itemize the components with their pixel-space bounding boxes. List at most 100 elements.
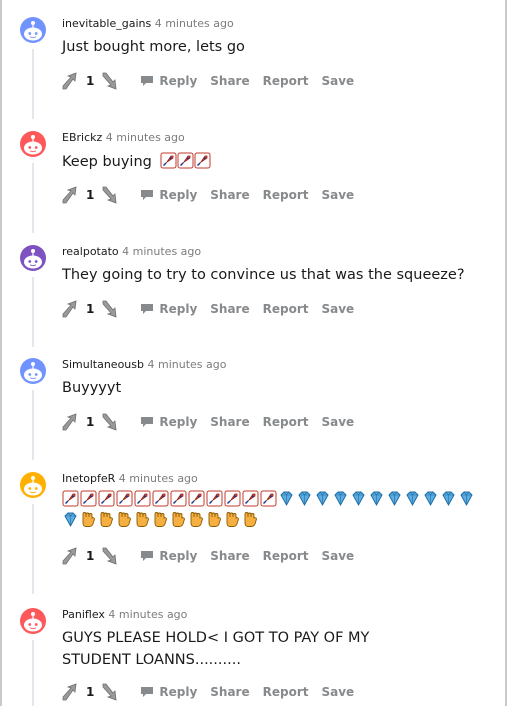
hand-icon	[82, 512, 95, 527]
timestamp[interactable]: 4 minutes ago	[122, 245, 201, 258]
reply-label: Reply	[159, 74, 198, 88]
snoo-icon	[24, 476, 42, 496]
comment-icon	[141, 687, 154, 697]
downvote-icon[interactable]	[100, 412, 122, 432]
timestamp[interactable]: 4 minutes ago	[106, 131, 185, 144]
vote-count: 1	[86, 549, 95, 563]
report-button[interactable]: Report	[263, 74, 309, 88]
avatar[interactable]	[20, 245, 46, 271]
upvote-icon[interactable]	[60, 185, 82, 205]
downvote-icon[interactable]	[100, 185, 122, 205]
share-button[interactable]: Share	[210, 188, 249, 202]
reply-label: Reply	[159, 685, 198, 699]
downvote-icon[interactable]	[100, 71, 122, 91]
hand-icon	[190, 512, 203, 527]
username[interactable]: Simultaneousb	[62, 358, 144, 371]
downvote-icon[interactable]	[100, 546, 122, 566]
gem-icon	[370, 491, 383, 507]
snoo-icon	[24, 135, 42, 155]
upvote-icon[interactable]	[60, 299, 82, 319]
share-button[interactable]: Share	[210, 549, 249, 563]
avatar[interactable]	[20, 472, 46, 498]
share-button[interactable]: Share	[210, 302, 249, 316]
downvote-icon[interactable]	[100, 299, 122, 319]
save-button[interactable]: Save	[321, 302, 354, 316]
save-button[interactable]: Save	[321, 74, 354, 88]
rocket-icon	[80, 490, 97, 507]
reply-button[interactable]: Reply	[140, 74, 197, 88]
share-button[interactable]: Share	[210, 74, 249, 88]
timestamp[interactable]: 4 minutes ago	[148, 358, 227, 371]
username[interactable]: Paniflex	[62, 608, 105, 621]
comment-text: Keep buying	[62, 154, 152, 170]
upvote-icon[interactable]	[60, 412, 82, 432]
comment-meta: EBrickz 4 minutes ago	[62, 131, 185, 145]
upvote-icon[interactable]	[60, 682, 82, 702]
comment: inevitable_gains 4 minutes ago Just boug…	[0, 17, 507, 119]
username[interactable]: realpotato	[62, 245, 119, 258]
report-button[interactable]: Report	[263, 415, 309, 429]
report-button[interactable]: Report	[263, 188, 309, 202]
rocket-icon	[116, 490, 133, 507]
vote-count: 1	[86, 188, 95, 202]
timestamp[interactable]: 4 minutes ago	[119, 472, 198, 485]
share-button[interactable]: Share	[210, 415, 249, 429]
report-button[interactable]: Report	[263, 549, 309, 563]
username[interactable]: EBrickz	[62, 131, 102, 144]
save-button[interactable]: Save	[321, 415, 354, 429]
hand-icon	[136, 512, 149, 527]
comment-meta: Simultaneousb 4 minutes ago	[62, 358, 226, 372]
comment-text: Buyyyyt	[62, 380, 122, 396]
save-button[interactable]: Save	[321, 685, 354, 699]
vote-count: 1	[86, 685, 95, 699]
timestamp[interactable]: 4 minutes ago	[155, 17, 234, 30]
downvote-icon[interactable]	[100, 682, 122, 702]
avatar[interactable]	[20, 131, 46, 157]
reply-button[interactable]: Reply	[140, 685, 197, 699]
avatar[interactable]	[20, 17, 46, 43]
reply-button[interactable]: Reply	[140, 415, 197, 429]
reply-button[interactable]: Reply	[140, 302, 197, 316]
rocket-icon	[188, 490, 205, 507]
thread-line[interactable]	[32, 277, 34, 347]
hand-icon	[208, 512, 221, 527]
comment-body: Keep buying	[62, 150, 487, 173]
gem-icon	[334, 491, 347, 507]
comment-actions: 1 Reply Share Report Save	[60, 297, 367, 321]
upvote-icon[interactable]	[60, 71, 82, 91]
comment: Simultaneousb 4 minutes ago Buyyyyt 1 Rep…	[0, 358, 507, 460]
comment-icon	[141, 190, 154, 200]
emoji-group	[62, 488, 477, 530]
hand-icon	[244, 512, 257, 527]
rocket-icon	[194, 152, 211, 169]
comment-text: They going to try to convince us that wa…	[62, 267, 465, 283]
save-button[interactable]: Save	[321, 188, 354, 202]
username[interactable]: inevitable_gains	[62, 17, 151, 30]
share-button[interactable]: Share	[210, 685, 249, 699]
thread-line[interactable]	[32, 640, 34, 706]
comment-body: Just bought more, lets go	[62, 36, 487, 58]
save-button[interactable]: Save	[321, 549, 354, 563]
comment-text: Just bought more, lets go	[62, 39, 245, 55]
comment-icon	[141, 551, 154, 561]
thread-line[interactable]	[32, 390, 34, 460]
comment: realpotato 4 minutes ago They going to t…	[0, 245, 507, 347]
reply-button[interactable]: Reply	[140, 188, 197, 202]
thread-line[interactable]	[32, 163, 34, 233]
upvote-icon[interactable]	[60, 546, 82, 566]
thread-line[interactable]	[32, 49, 34, 119]
avatar[interactable]	[20, 358, 46, 384]
gem-icon	[64, 512, 77, 528]
timestamp[interactable]: 4 minutes ago	[108, 608, 187, 621]
gem-icon	[424, 491, 437, 507]
report-button[interactable]: Report	[263, 302, 309, 316]
gem-icon	[442, 491, 455, 507]
rocket-icon	[177, 152, 194, 169]
report-button[interactable]: Report	[263, 685, 309, 699]
reply-button[interactable]: Reply	[140, 549, 197, 563]
username[interactable]: InetopfeR	[62, 472, 115, 485]
avatar[interactable]	[20, 608, 46, 634]
rocket-icon	[206, 490, 223, 507]
gem-icon	[352, 491, 365, 507]
thread-line[interactable]	[32, 504, 34, 594]
